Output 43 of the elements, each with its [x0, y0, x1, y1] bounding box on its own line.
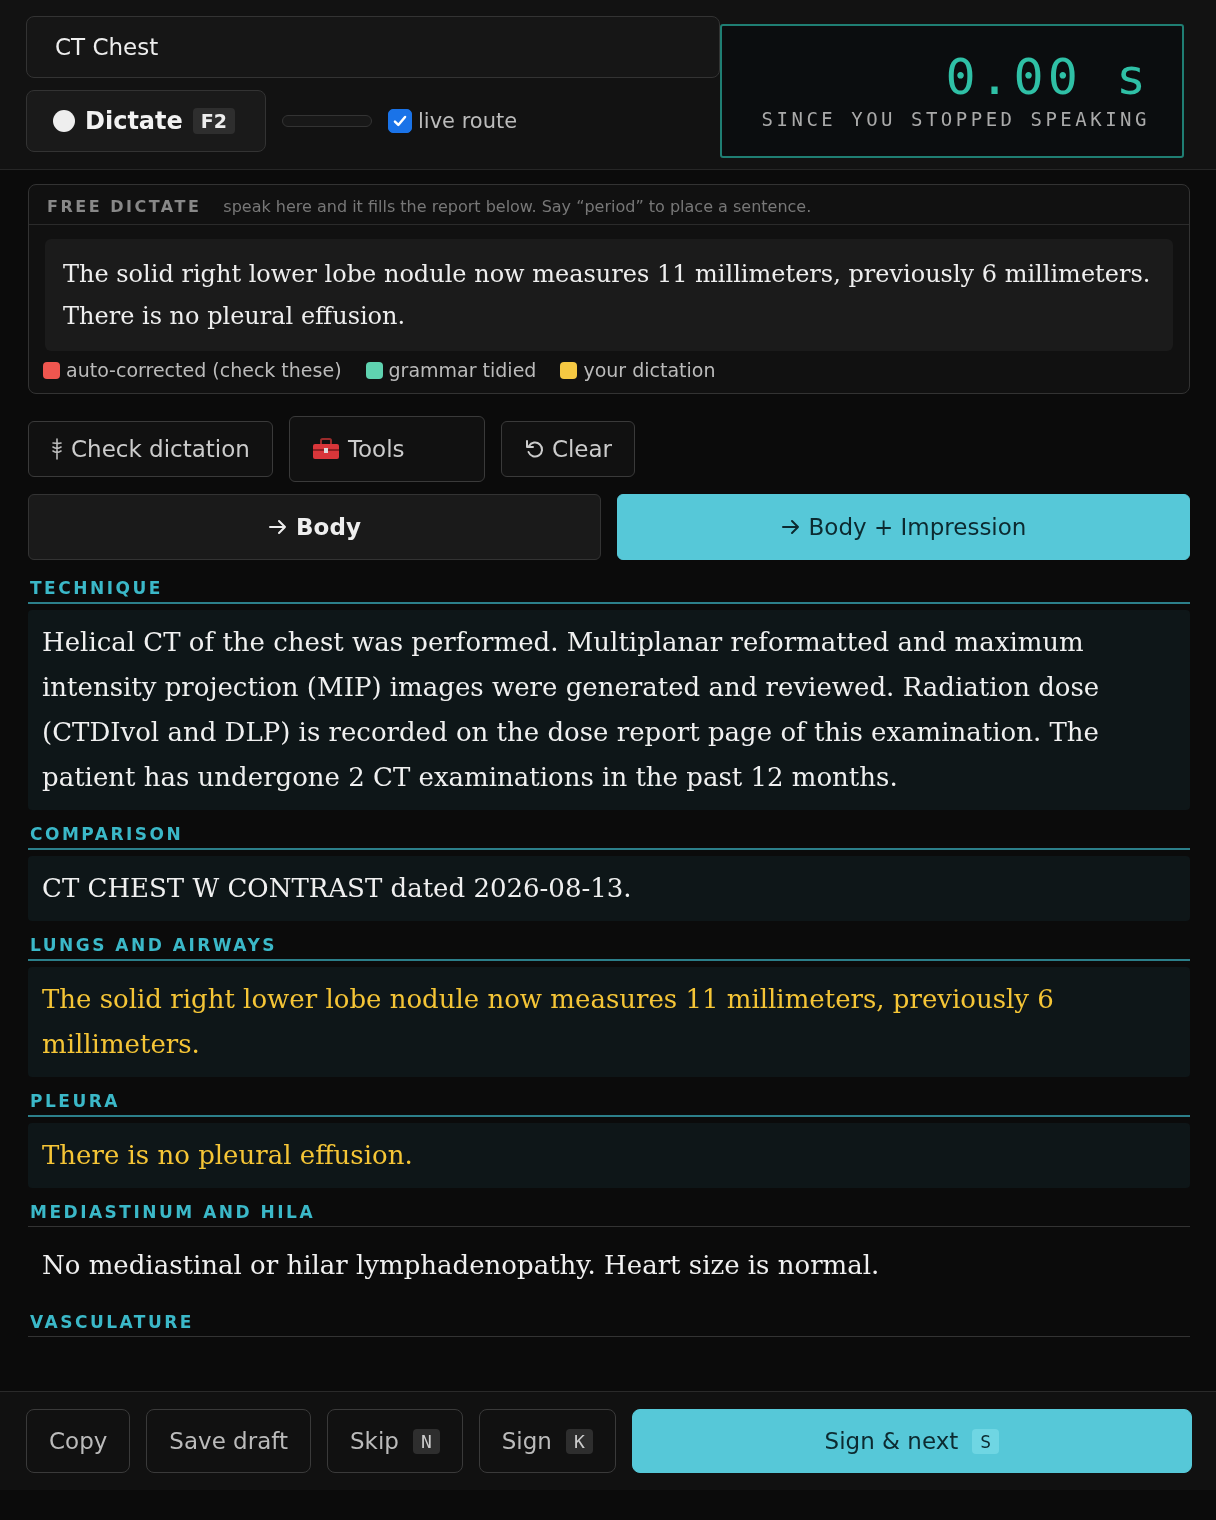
dictate-button[interactable]: Dictate F2: [26, 90, 266, 152]
study-select[interactable]: CT Chest: [26, 16, 720, 78]
footer-button[interactable]: Copy: [26, 1409, 131, 1473]
shortcut-key: F2: [192, 108, 235, 134]
footer-button[interactable]: Sign K: [478, 1409, 616, 1473]
dictation-text-field[interactable]: The solid right lower lobe nodule now measures 11 millimeters, previously 6 millimeters. There is no pleural effusion.: [45, 239, 1173, 351]
undo-icon: [523, 439, 544, 459]
shortcut-key: N: [412, 1428, 440, 1454]
section-heading: PLEURA: [28, 1091, 1190, 1117]
toolbar-button[interactable]: Clear: [500, 421, 636, 477]
section-heading: VASCULATURE: [28, 1312, 1190, 1337]
footer-button[interactable]: Skip N: [327, 1409, 463, 1473]
section-heading: COMPARISON: [28, 824, 1190, 850]
arrow-right-icon: [780, 519, 801, 535]
toolbar-button[interactable]: Tools: [288, 416, 485, 482]
legend-label: grammar tidied: [388, 359, 537, 381]
section-text[interactable]: CT CHEST W CONTRAST dated 2026-08-13.: [28, 856, 1190, 921]
legend-label: auto-corrected (check these): [66, 359, 342, 381]
route-button[interactable]: Body: [28, 494, 601, 560]
timer-caption: SINCE YOU STOPPED SPEAKING: [761, 108, 1150, 130]
section-text[interactable]: No mediastinal or hilar lymphadenopathy. Heart size is normal.: [28, 1233, 1190, 1298]
section-heading: TECHNIQUE: [28, 578, 1190, 604]
section-text[interactable]: There is no pleural effusion.: [28, 1123, 1190, 1188]
study-select-value: CT Chest: [55, 34, 159, 60]
shortcut-key: S: [972, 1428, 1000, 1454]
legend-label: your dictation: [583, 359, 716, 381]
arrow-right-icon: [268, 519, 289, 535]
live-route-label: live route: [418, 109, 518, 133]
toolbox-icon: [311, 437, 340, 461]
route-button[interactable]: Body + Impression: [617, 494, 1190, 560]
panel-hint: speak here and it fills the report below. Say “period” to place a sentence.: [223, 197, 812, 216]
section-text[interactable]: The solid right lower lobe nodule now measures 11 millimeters, previously 6 millimeters.: [28, 967, 1190, 1077]
section-heading: LUNGS AND AIRWAYS: [28, 935, 1190, 961]
toolbar-button[interactable]: Check dictation: [28, 421, 273, 477]
timer-value: 0.00 s: [945, 52, 1150, 102]
panel-title: FREE DICTATE: [47, 197, 202, 216]
footer-button[interactable]: Sign & next S: [631, 1409, 1192, 1473]
footer-button[interactable]: Save draft: [146, 1409, 311, 1473]
staff-icon: [51, 438, 63, 460]
shortcut-key: K: [565, 1428, 593, 1454]
live-route-checkbox[interactable]: [388, 109, 412, 133]
section-text[interactable]: Helical CT of the chest was performed. Multiplanar reformatted and maximum intensity projection (MIP) images were generated and reviewed. Radiation dose (CTDIvol and DLP) is recorded on the dose report page of this examination. The patient has undergone 2 CT examinations in the past 12 months.: [28, 610, 1190, 810]
section-heading: MEDIASTINUM AND HILA: [28, 1202, 1190, 1227]
